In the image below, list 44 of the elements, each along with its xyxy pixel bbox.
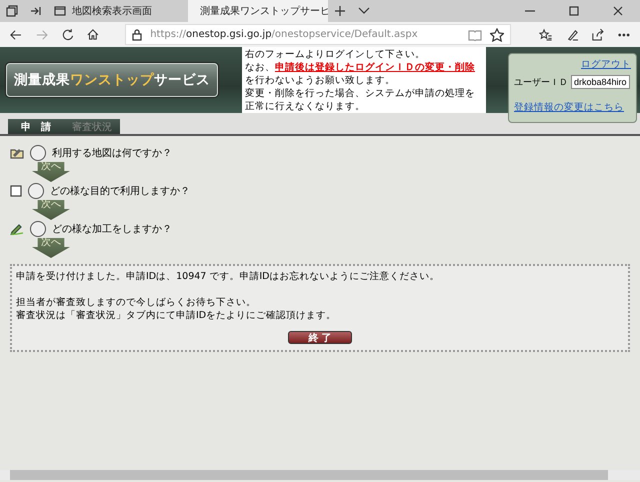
notice-text: なお、申請後は登録したログインＩＤの変更・削除を行わないようお願い致します。: [245, 61, 476, 87]
home-icon[interactable]: [87, 28, 100, 41]
lock-icon: [132, 28, 142, 40]
notice-text: 右のフォームよりログインして下さい。: [245, 48, 426, 61]
notice-text: 変更・削除を行った場合、システムが申請の処理を正常に行えなくなります。: [245, 87, 476, 113]
step-question: 利用する地図は何ですか？: [52, 146, 172, 160]
tabs-icon[interactable]: [6, 5, 18, 17]
message-text: 申請を受け付けました。申請IDは、10947 です。申請IDはお忘れないようにご注意ください。: [16, 270, 440, 283]
page-tab[interactable]: 申 請: [8, 119, 64, 134]
maximize-icon[interactable]: [569, 6, 579, 16]
step-circle: [30, 221, 46, 237]
step-circle: [28, 183, 44, 199]
user-id-label: ユーザーＩＤ: [514, 76, 568, 88]
message-text: 審査状況は「審査状況」タブ内にて申請IDをたよりにご確認頂けます。: [16, 309, 338, 322]
finish-button[interactable]: 終 了: [288, 331, 352, 344]
page-icon: [54, 6, 66, 16]
pen-icon[interactable]: [566, 28, 578, 42]
refresh-icon[interactable]: [62, 28, 74, 42]
share-icon[interactable]: [592, 28, 604, 42]
back-icon[interactable]: [10, 28, 22, 40]
close-icon[interactable]: [613, 6, 623, 16]
minimize-icon[interactable]: [525, 10, 535, 12]
site-logo[interactable]: 測量成果ワンストップサービス: [6, 63, 218, 97]
chevron-down-icon[interactable]: [358, 7, 370, 15]
browser-tab[interactable]: 地図検索表示画面: [48, 0, 188, 22]
address-bar[interactable]: https://onestop.gsi.go.jp/onestopservice/Default.aspx: [125, 24, 512, 45]
plus-icon[interactable]: [334, 5, 346, 17]
message-text: 担当者が審査致しますので今しばらくお待ち下さい。: [16, 296, 257, 309]
folder-icon: [10, 147, 24, 159]
logout-link[interactable]: ログアウト: [581, 58, 631, 71]
star-icon[interactable]: [490, 28, 504, 42]
user-id-field[interactable]: drkoba84hiro: [571, 75, 630, 89]
favorites-icon[interactable]: [539, 28, 553, 42]
step-circle: [30, 145, 46, 161]
step-question: どの様な加工をしますか？: [52, 222, 172, 236]
change-registration-link[interactable]: 登録情報の変更はこちら: [514, 101, 631, 114]
square-icon: [10, 185, 22, 197]
more-icon[interactable]: [618, 32, 630, 36]
horizontal-scrollbar[interactable]: [0, 470, 640, 480]
browser-tab[interactable]: 測量成果ワンストップサーヒ: [188, 0, 328, 22]
pencil-icon: [10, 223, 24, 235]
reading-view-icon[interactable]: [468, 28, 482, 40]
step-question: どの様な目的で利用しますか？: [50, 184, 190, 198]
tab-aside-icon[interactable]: [30, 5, 42, 17]
